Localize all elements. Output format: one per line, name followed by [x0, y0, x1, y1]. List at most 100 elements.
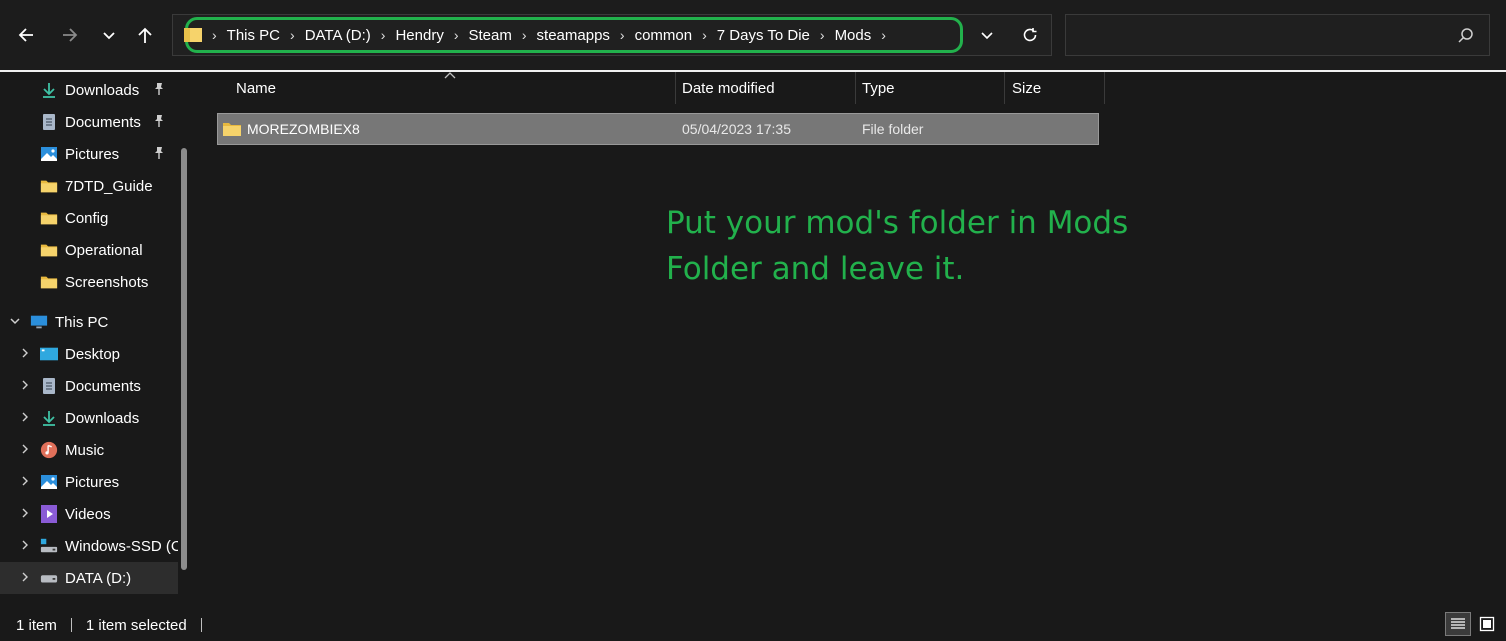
- search-icon[interactable]: [1456, 26, 1476, 46]
- arrow-up-icon: [138, 27, 152, 43]
- chevron-right-icon[interactable]: ›: [522, 27, 527, 43]
- column-header-size[interactable]: Size: [1012, 72, 1102, 104]
- address-history-button[interactable]: [976, 22, 998, 48]
- status-divider: [70, 618, 72, 632]
- pin-icon[interactable]: [152, 114, 168, 130]
- column-header-name[interactable]: Name: [236, 72, 672, 104]
- chevron-right-icon[interactable]: ›: [702, 27, 707, 43]
- breadcrumb-data-d[interactable]: DATA (D:): [305, 27, 371, 44]
- column-divider[interactable]: [675, 72, 676, 104]
- sidebar-item-label: Downloads: [65, 81, 140, 99]
- up-button[interactable]: [130, 20, 160, 50]
- chevron-right-icon[interactable]: ›: [454, 27, 459, 43]
- sidebar-item-label: Config: [65, 209, 109, 227]
- details-view-button[interactable]: [1445, 612, 1471, 636]
- sidebar-item-label: Music: [65, 441, 105, 459]
- refresh-button[interactable]: [1018, 22, 1042, 48]
- sidebar-item-pc-downloads[interactable]: Downloads: [0, 402, 178, 434]
- sidebar-item-videos[interactable]: Videos: [0, 498, 178, 530]
- sidebar-item-data-d[interactable]: DATA (D:): [0, 562, 178, 594]
- chevron-right-icon[interactable]: [18, 443, 32, 458]
- breadcrumb-steamapps[interactable]: steamapps: [537, 27, 610, 44]
- annotation-text: Put your mod's folder in Mods Folder and…: [666, 205, 1129, 287]
- sidebar-item-windows-ssd[interactable]: Windows-SSD (C: [0, 530, 178, 562]
- pin-icon[interactable]: [152, 146, 168, 162]
- folder-icon: [40, 209, 58, 227]
- chevron-right-icon[interactable]: ›: [620, 27, 625, 43]
- chevron-right-icon[interactable]: ›: [381, 27, 386, 43]
- sidebar-item-music[interactable]: Music: [0, 434, 178, 466]
- folder-icon: [184, 28, 202, 42]
- column-header-type[interactable]: Type: [862, 72, 1002, 104]
- chevron-right-icon[interactable]: [18, 475, 32, 490]
- column-divider[interactable]: [855, 72, 856, 104]
- arrow-right-icon: [63, 28, 78, 42]
- refresh-icon: [1023, 28, 1037, 42]
- sidebar-item-downloads[interactable]: Downloads: [0, 74, 178, 106]
- drive-icon: [40, 569, 58, 587]
- sidebar-item-this-pc[interactable]: This PC: [0, 306, 178, 338]
- search-input[interactable]: [1065, 14, 1490, 56]
- drive-c-icon: [40, 537, 58, 555]
- chevron-right-icon[interactable]: [18, 539, 32, 554]
- file-type: File folder: [862, 121, 924, 137]
- chevron-right-icon[interactable]: ›: [290, 27, 295, 43]
- sidebar-item-label: Screenshots: [65, 273, 149, 291]
- file-list-pane[interactable]: [190, 72, 1506, 609]
- file-date-modified: 05/04/2023 17:35: [682, 121, 791, 137]
- large-icons-view-button[interactable]: [1474, 612, 1500, 636]
- chevron-right-icon[interactable]: ›: [881, 27, 886, 43]
- document-icon: [40, 113, 58, 131]
- recent-locations-button[interactable]: [94, 20, 124, 50]
- sidebar-item-pc-documents[interactable]: Documents: [0, 370, 178, 402]
- item-count: 1 item: [16, 616, 57, 634]
- column-divider[interactable]: [1104, 72, 1105, 104]
- sidebar-item-label: Operational: [65, 241, 143, 259]
- status-bar: 1 item 1 item selected: [0, 609, 1506, 641]
- sidebar-item-label: Windows-SSD (C: [65, 537, 178, 555]
- sidebar-item-label: DATA (D:): [65, 569, 132, 587]
- back-button[interactable]: [11, 20, 41, 50]
- chevron-right-icon[interactable]: [18, 571, 32, 586]
- document-icon: [40, 377, 58, 395]
- chevron-right-icon[interactable]: [18, 411, 32, 426]
- sidebar-item-desktop[interactable]: Desktop: [0, 338, 178, 370]
- column-divider[interactable]: [1004, 72, 1005, 104]
- details-view-icon: [1451, 618, 1465, 629]
- sidebar-item-documents[interactable]: Documents: [0, 106, 178, 138]
- breadcrumb[interactable]: › This PC › DATA (D:) › Hendry › Steam ›…: [184, 17, 896, 53]
- sidebar-item-label: Pictures: [65, 145, 120, 163]
- breadcrumb-hendry[interactable]: Hendry: [395, 27, 443, 44]
- sidebar-item-config[interactable]: Config: [0, 202, 178, 234]
- forward-button[interactable]: [55, 20, 85, 50]
- breadcrumb-steam[interactable]: Steam: [469, 27, 512, 44]
- sidebar-item-operational[interactable]: Operational: [0, 234, 178, 266]
- video-icon: [40, 505, 58, 523]
- breadcrumb-mods[interactable]: Mods: [835, 27, 872, 44]
- download-icon: [40, 81, 58, 99]
- chevron-down-icon[interactable]: [8, 315, 22, 330]
- sidebar-scrollbar-thumb[interactable]: [181, 148, 187, 570]
- sidebar-item-label: 7DTD_Guide: [65, 177, 153, 195]
- sidebar-item-screenshots[interactable]: Screenshots: [0, 266, 178, 298]
- file-name[interactable]: MOREZOMBIEX8: [247, 113, 360, 145]
- pin-icon[interactable]: [152, 82, 168, 98]
- chevron-right-icon[interactable]: [18, 347, 32, 362]
- breadcrumb-common[interactable]: common: [635, 27, 693, 44]
- sidebar-item-7dtd-guide[interactable]: 7DTD_Guide: [0, 170, 178, 202]
- breadcrumb-7-days-to-die[interactable]: 7 Days To Die: [717, 27, 810, 44]
- chevron-right-icon[interactable]: [18, 379, 32, 394]
- folder-icon: [40, 177, 58, 195]
- download-icon: [40, 409, 58, 427]
- column-header-date-modified[interactable]: Date modified: [682, 72, 852, 104]
- sidebar-item-label: Pictures: [65, 473, 120, 491]
- folder-icon: [40, 241, 58, 259]
- arrow-left-icon: [18, 28, 33, 42]
- large-icons-view-icon: [1479, 616, 1495, 632]
- sidebar-item-pictures[interactable]: Pictures: [0, 138, 178, 170]
- breadcrumb-this-pc[interactable]: This PC: [227, 27, 280, 44]
- chevron-right-icon[interactable]: [18, 507, 32, 522]
- chevron-down-icon: [103, 32, 115, 40]
- sidebar-item-pc-pictures[interactable]: Pictures: [0, 466, 178, 498]
- chevron-right-icon[interactable]: ›: [820, 27, 825, 43]
